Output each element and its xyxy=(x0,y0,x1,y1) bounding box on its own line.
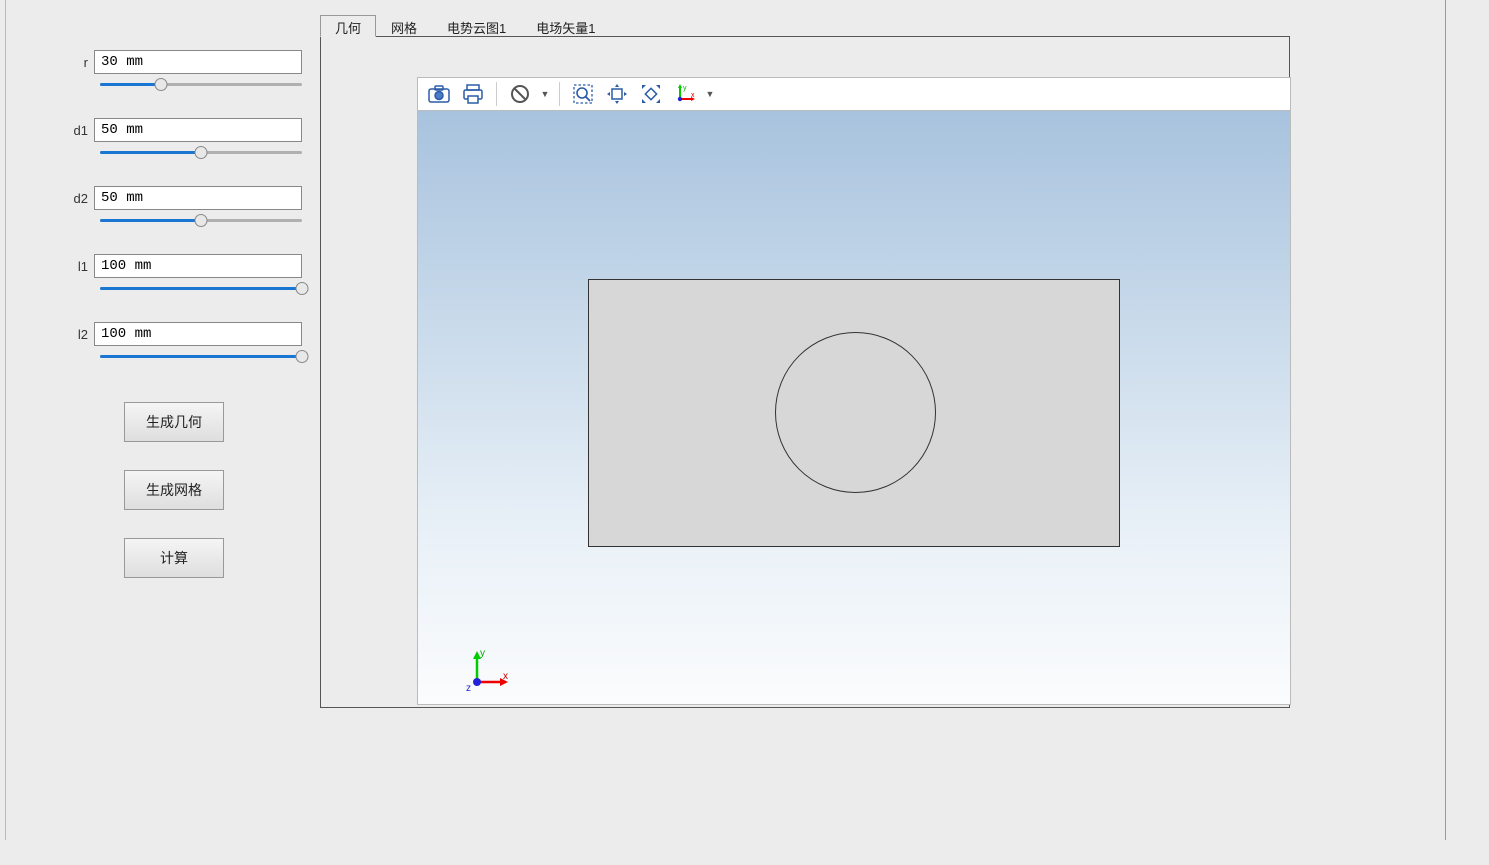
tab-field-vector[interactable]: 电场矢量1 xyxy=(521,15,610,37)
viewport-toolbar: ▼ xyxy=(417,77,1291,111)
param-label-r: r xyxy=(24,55,94,70)
geometry-circle xyxy=(775,332,936,493)
param-input-l2[interactable] xyxy=(94,322,302,346)
camera-icon[interactable] xyxy=(424,80,454,108)
sidebar: r d1 d2 l1 xyxy=(6,0,320,840)
param-input-d1[interactable] xyxy=(94,118,302,142)
canvas-panel: ▼ xyxy=(320,36,1290,708)
param-label-d1: d1 xyxy=(24,123,94,138)
svg-text:x: x xyxy=(503,671,508,682)
param-input-l1[interactable] xyxy=(94,254,302,278)
svg-text:y: y xyxy=(480,648,485,659)
zoom-box-icon[interactable] xyxy=(568,80,598,108)
pan-icon[interactable] xyxy=(602,80,632,108)
svg-text:x: x xyxy=(691,92,695,99)
axes-icon[interactable]: y x xyxy=(670,80,700,108)
param-slider-d2[interactable] xyxy=(100,214,302,228)
print-icon[interactable] xyxy=(458,80,488,108)
param-label-d2: d2 xyxy=(24,191,94,206)
axis-triad: y x z xyxy=(463,646,513,696)
param-slider-l2[interactable] xyxy=(100,350,302,364)
param-input-r[interactable] xyxy=(94,50,302,74)
param-label-l1: l1 xyxy=(24,259,94,274)
zoom-extents-icon[interactable] xyxy=(636,80,666,108)
tab-geometry[interactable]: 几何 xyxy=(320,15,376,37)
tabs: 几何 网格 电势云图1 电场矢量1 xyxy=(320,14,1290,36)
forbid-dropdown[interactable]: ▼ xyxy=(539,89,551,99)
generate-geometry-button[interactable]: 生成几何 xyxy=(124,402,224,442)
param-slider-d1[interactable] xyxy=(100,146,302,160)
compute-button[interactable]: 计算 xyxy=(124,538,224,578)
param-label-l2: l2 xyxy=(24,327,94,342)
forbid-icon[interactable] xyxy=(505,80,535,108)
tab-mesh[interactable]: 网格 xyxy=(376,15,432,37)
viewport[interactable]: y x z xyxy=(417,111,1291,705)
svg-text:y: y xyxy=(683,85,687,92)
axes-dropdown[interactable]: ▼ xyxy=(704,89,716,99)
param-slider-l1[interactable] xyxy=(100,282,302,296)
param-slider-r[interactable] xyxy=(100,78,302,92)
generate-mesh-button[interactable]: 生成网格 xyxy=(124,470,224,510)
param-input-d2[interactable] xyxy=(94,186,302,210)
content-area: 几何 网格 电势云图1 电场矢量1 xyxy=(320,14,1290,714)
svg-text:z: z xyxy=(466,683,471,694)
tab-potential[interactable]: 电势云图1 xyxy=(432,15,521,37)
